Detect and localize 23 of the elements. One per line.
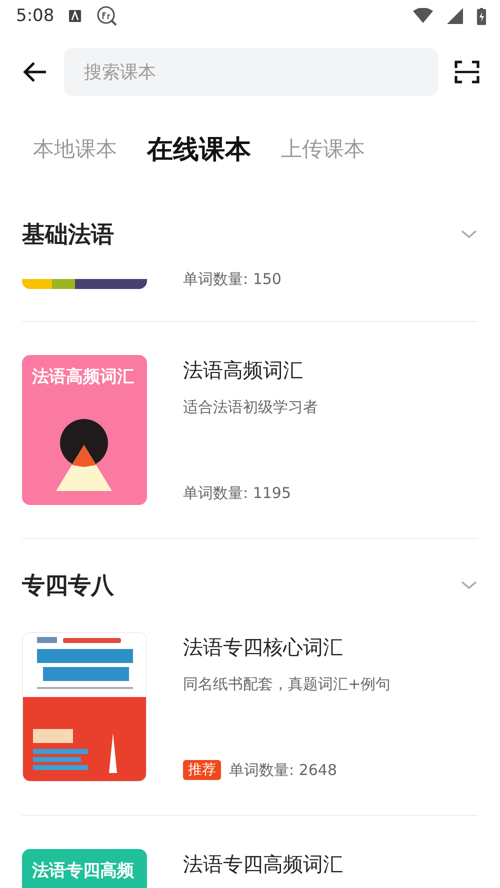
book-description: 适合法语初级学习者 xyxy=(183,398,319,417)
magnifier-icon xyxy=(96,5,118,27)
word-count: 单词数量: 2648 xyxy=(229,760,337,780)
book-title[interactable]: 法语高频词汇 xyxy=(183,357,478,384)
search-field[interactable]: 搜索课本 xyxy=(64,48,438,96)
word-count: 单词数量: 150 xyxy=(183,270,282,289)
book-cover[interactable] xyxy=(22,279,147,289)
book-title[interactable]: 法语专四核心词汇 xyxy=(183,634,478,661)
notification-icon xyxy=(68,9,82,23)
book-description: 同名纸书配套，真题词汇+例句 xyxy=(183,675,392,694)
section-title: 专四专八 xyxy=(22,572,114,600)
cover-title: 法语专四高频 xyxy=(31,860,135,883)
cover-title: 法语高频词汇 xyxy=(31,366,135,389)
recommend-badge: 推荐 xyxy=(183,760,221,780)
battery-icon xyxy=(477,8,486,24)
section-title: 基础法语 xyxy=(22,220,114,250)
book-title[interactable]: 法语专四高频词汇 xyxy=(183,851,478,878)
tab[interactable]: 在线课本 xyxy=(147,132,251,166)
status-time: 5:08 xyxy=(16,6,54,26)
wifi-icon xyxy=(413,8,433,24)
signal-icon xyxy=(447,8,463,24)
word-count: 单词数量: 1195 xyxy=(183,484,291,503)
circle-triangle-drawing xyxy=(56,419,112,491)
